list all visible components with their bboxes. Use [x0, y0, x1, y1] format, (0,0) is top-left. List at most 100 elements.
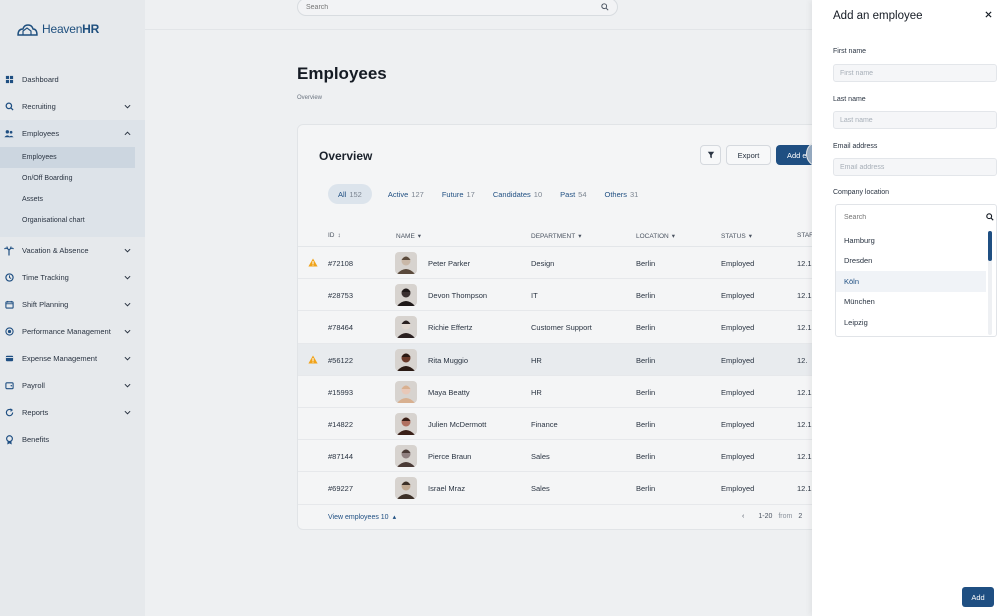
company-location-dropdown[interactable]: HamburgDresdenKölnMünchenLeipzig: [835, 204, 997, 337]
location-option[interactable]: Dresden: [836, 251, 986, 272]
submenu-item-employees[interactable]: Employees: [0, 147, 135, 168]
location-search[interactable]: [840, 209, 994, 225]
sidebar-item-time-tracking[interactable]: Time Tracking: [0, 264, 145, 291]
avatar: [395, 252, 417, 274]
sidebar-item-payroll[interactable]: Payroll: [0, 372, 145, 399]
employee-status: Employed: [721, 355, 755, 365]
sidebar-item-performance-management[interactable]: Performance Management: [0, 318, 145, 345]
export-button[interactable]: Export: [726, 145, 771, 165]
logo[interactable]: HeavenHR: [16, 22, 99, 36]
employee-name[interactable]: Peter Parker: [428, 259, 470, 268]
employee-name[interactable]: Maya Beatty: [428, 388, 470, 397]
employee-department: Finance: [531, 419, 558, 429]
table-row[interactable]: #15993 Maya Beatty HR Berlin Employed 12…: [298, 376, 826, 408]
table-row[interactable]: #87144 Pierce Braun Sales Berlin Employe…: [298, 440, 826, 473]
employee-location: Berlin: [636, 387, 656, 397]
location-search-input[interactable]: [840, 213, 986, 221]
sidebar-item-dashboard[interactable]: Dashboard: [0, 66, 145, 93]
table-row[interactable]: #14822 Julien McDermott Finance Berlin E…: [298, 408, 826, 441]
table-row[interactable]: #56122 Rita Muggio HR Berlin Employed 12…: [298, 343, 826, 376]
view-employees-label: View employees 10: [328, 513, 389, 521]
employee-name[interactable]: Rita Muggio: [428, 356, 468, 365]
employee-id: #28753: [328, 291, 354, 301]
sidebar-item-vacation-absence[interactable]: Vacation & Absence: [0, 237, 145, 264]
logo-text: HeavenHR: [42, 22, 100, 36]
chevron-down-icon: [123, 355, 131, 363]
add-button[interactable]: Add: [962, 587, 994, 607]
last-name-field[interactable]: [833, 111, 997, 129]
global-search[interactable]: [297, 0, 618, 16]
chevron-left-icon[interactable]: ‹: [742, 513, 744, 520]
filter-all[interactable]: All 152: [328, 184, 372, 204]
sidebar-item-label: Benefits: [22, 435, 50, 444]
filter-count: 152: [349, 189, 362, 199]
sort-icon: ▾: [748, 233, 752, 240]
employees-submenu: Employees On/Off Boarding Assets Organisati…: [0, 147, 145, 237]
employee-name[interactable]: Pierce Braun: [428, 452, 471, 461]
page-title: Employees: [297, 64, 387, 83]
chevron-down-icon: [123, 301, 131, 309]
location-option[interactable]: Leipzig: [836, 312, 986, 333]
sort-icon: ▾: [671, 233, 676, 240]
location-option[interactable]: Köln: [836, 271, 986, 292]
employee-id: #69227: [328, 484, 354, 494]
employee-department: Design: [531, 259, 555, 268]
employee-start: 12.1: [797, 484, 812, 494]
search-input[interactable]: [306, 3, 601, 11]
employee-name[interactable]: Julien McDermott: [428, 420, 486, 429]
sidebar-item-expense-management[interactable]: Expense Management: [0, 345, 145, 372]
location-option[interactable]: München: [836, 292, 986, 313]
sidebar-item-recruiting[interactable]: Recruiting: [0, 93, 145, 120]
submenu-item-assets[interactable]: Assets: [0, 189, 145, 210]
header-divider: [145, 29, 813, 30]
employee-location: Berlin: [636, 291, 656, 301]
sidebar-item-label: Shift Planning: [22, 300, 69, 309]
column-header-location[interactable]: LOCATION ▾: [636, 232, 676, 241]
dropdown-scrollbar[interactable]: [988, 231, 992, 335]
filter-future[interactable]: Future 17: [442, 184, 475, 204]
table-header: ID ↕ NAME ▾ DEPARTMENT ▾ LOCATION ▾ STATUS ▾ …: [298, 225, 826, 247]
search-icon[interactable]: [601, 3, 609, 11]
column-header-department[interactable]: DEPARTMENT ▾: [531, 232, 581, 241]
column-header-status[interactable]: STATUS ▾: [721, 232, 752, 241]
table-row[interactable]: #78464 Richie Effertz Customer Support B…: [298, 311, 826, 344]
location-option[interactable]: Hamburg: [836, 230, 986, 251]
submenu-item-organisational-chart[interactable]: Organisational chart: [0, 210, 145, 231]
view-employees-link[interactable]: View employees 10 ▴: [328, 513, 396, 522]
filter-count: 17: [466, 189, 475, 199]
search-icon: [986, 213, 994, 221]
filter-candidates[interactable]: Candidates 10: [493, 184, 542, 204]
column-header-id[interactable]: ID ↕: [328, 232, 341, 239]
sidebar-item-shift-planning[interactable]: Shift Planning: [0, 291, 145, 318]
employee-name[interactable]: Devon Thompson: [428, 291, 487, 300]
filter-label: All: [338, 189, 347, 199]
filter-past[interactable]: Past 54: [560, 184, 586, 204]
column-header-name[interactable]: NAME ▾: [396, 232, 422, 241]
scrollbar-thumb[interactable]: [988, 231, 992, 261]
sidebar-item-label: Recruiting: [22, 102, 56, 111]
filter-button[interactable]: [700, 145, 721, 165]
filter-others[interactable]: Others 31: [605, 184, 639, 204]
first-name-field[interactable]: [833, 64, 997, 82]
location-options: Hamburg Dresden Köln München Leipzig: [836, 230, 986, 333]
employee-name[interactable]: Israel Mraz: [428, 484, 465, 493]
submenu-item-on-off-boarding[interactable]: On/Off Boarding: [0, 168, 145, 189]
employee-name[interactable]: Richie Effertz: [428, 323, 472, 332]
pager-range: 1-20: [758, 513, 773, 520]
sort-icon: ▾: [417, 233, 422, 240]
table-row[interactable]: #69227 Israel Mraz Sales Berlin Employed…: [298, 472, 826, 505]
employee-status: Employed: [721, 259, 755, 268]
chevron-down-icon: [123, 382, 131, 390]
close-icon[interactable]: [983, 9, 993, 19]
table-row[interactable]: #72108 Peter Parker Design Berlin Employ…: [298, 247, 826, 280]
filter-active[interactable]: Active 127: [388, 184, 424, 204]
table-row[interactable]: #28753 Devon Thompson IT Berlin Employed…: [298, 279, 826, 312]
sidebar-item-reports[interactable]: Reports: [0, 399, 145, 426]
breadcrumb[interactable]: Overview: [297, 95, 322, 101]
calendar-icon: [4, 300, 14, 310]
sidebar-item-employees[interactable]: Employees: [0, 120, 145, 147]
funnel-icon: [707, 151, 715, 159]
sidebar-item-benefits[interactable]: Benefits: [0, 426, 145, 453]
email-field[interactable]: [833, 158, 997, 176]
filter-count: 127: [411, 189, 424, 199]
